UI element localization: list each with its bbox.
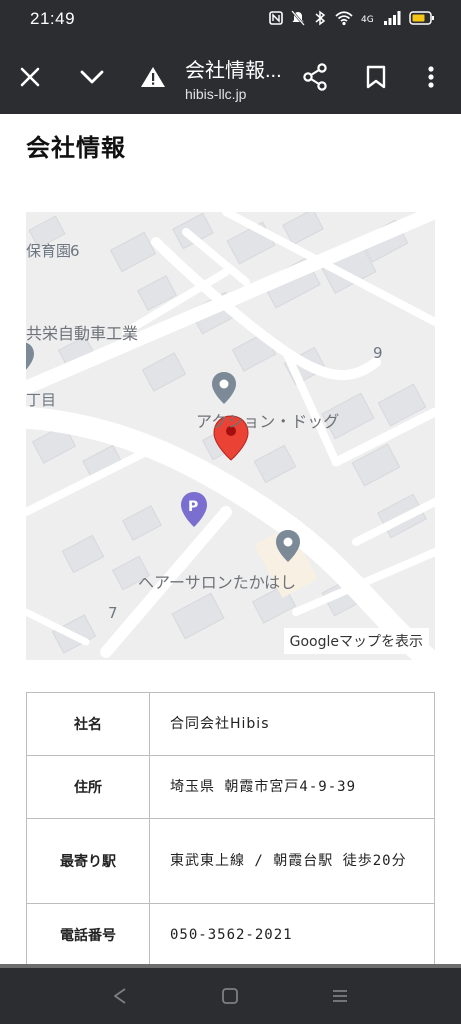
map-label-nursery: 保育園 <box>26 242 72 260</box>
status-time: 21:49 <box>30 9 76 28</box>
share-button[interactable] <box>296 58 334 96</box>
battery-icon <box>409 11 434 25</box>
poi-pin-dog[interactable] <box>212 372 236 404</box>
site-security-button[interactable] <box>134 58 172 96</box>
status-icons: 4G <box>269 10 435 26</box>
map-label-action-dog: アクション・ドッグ <box>196 412 340 431</box>
bookmark-icon <box>366 65 386 89</box>
table-row: 電話番号 050-3562-2021 <box>26 903 435 967</box>
close-icon <box>20 67 40 87</box>
back-icon <box>114 988 126 1004</box>
row-label-phone: 電話番号 <box>26 903 150 967</box>
collapse-button[interactable] <box>73 58 111 96</box>
wifi-icon <box>335 11 353 26</box>
page-url: hibis-llc.jp <box>185 86 247 102</box>
row-value-phone[interactable]: 050-3562-2021 <box>149 903 435 967</box>
home-icon <box>222 988 238 1004</box>
row-value-nearest-station: 東武東上線 / 朝霞台駅 徒歩20分 <box>149 818 435 904</box>
company-info-table: 社名 合同会社Hibis 住所 埼玉県 朝霞市宮戸4-9-39 最寄り駅 東武東… <box>26 692 435 967</box>
chevron-down-icon <box>80 70 104 84</box>
svg-text:P: P <box>188 499 198 515</box>
mute-icon <box>291 10 305 26</box>
page-tab-title: 会社情報... <box>185 60 282 82</box>
share-icon <box>303 63 327 91</box>
recents-button[interactable] <box>326 982 354 1010</box>
browser-toolbar: 会社情報... hibis-llc.jp <box>0 40 461 114</box>
google-map-embed[interactable]: P 保育園 6 共栄自動車工業 9 丁目 アクション・ドッグ ヘアーサロンたかは… <box>26 212 435 660</box>
page-title: 会社情報 <box>26 134 126 162</box>
map-label-block6: 6 <box>70 242 80 260</box>
home-button[interactable] <box>216 982 244 1010</box>
warning-icon <box>141 67 165 87</box>
recents-icon <box>333 990 347 1002</box>
svg-text:4G: 4G <box>361 15 374 25</box>
table-row: 最寄り駅 東武東上線 / 朝霞台駅 徒歩20分 <box>26 818 435 904</box>
status-bar: 21:49 4G <box>0 0 461 40</box>
poi-pin-company[interactable] <box>26 342 34 374</box>
signal-icon <box>384 11 401 25</box>
row-value-company-name: 合同会社Hibis <box>149 692 435 756</box>
row-label-nearest-station: 最寄り駅 <box>26 818 150 904</box>
view-google-maps-button[interactable]: Googleマップを表示 <box>283 628 429 654</box>
row-label-company-name: 社名 <box>26 692 150 756</box>
bookmark-button[interactable] <box>357 58 395 96</box>
back-button[interactable] <box>106 982 134 1010</box>
more-options-button[interactable] <box>412 58 450 96</box>
map-label-chome: 丁目 <box>26 391 57 409</box>
table-row: 住所 埼玉県 朝霞市宮戸4-9-39 <box>26 755 435 819</box>
map-label-block7: 7 <box>108 604 118 622</box>
table-row: 社名 合同会社Hibis <box>26 692 435 756</box>
map-label-hair-salon: ヘアーサロンたかはし <box>138 573 297 592</box>
row-value-address: 埼玉県 朝霞市宮戸4-9-39 <box>149 755 435 819</box>
map-label-company: 共栄自動車工業 <box>26 324 139 343</box>
address-area[interactable]: 会社情報... hibis-llc.jp <box>185 54 290 102</box>
map-label-block9: 9 <box>373 344 383 362</box>
volte-icon: 4G <box>361 15 374 25</box>
nfc-icon <box>269 11 283 25</box>
bluetooth-icon <box>315 10 326 26</box>
system-nav-bar <box>0 968 461 1024</box>
more-vert-icon <box>428 66 434 88</box>
parking-pin[interactable]: P <box>181 492 207 527</box>
close-button[interactable] <box>11 58 49 96</box>
row-label-address: 住所 <box>26 755 150 819</box>
